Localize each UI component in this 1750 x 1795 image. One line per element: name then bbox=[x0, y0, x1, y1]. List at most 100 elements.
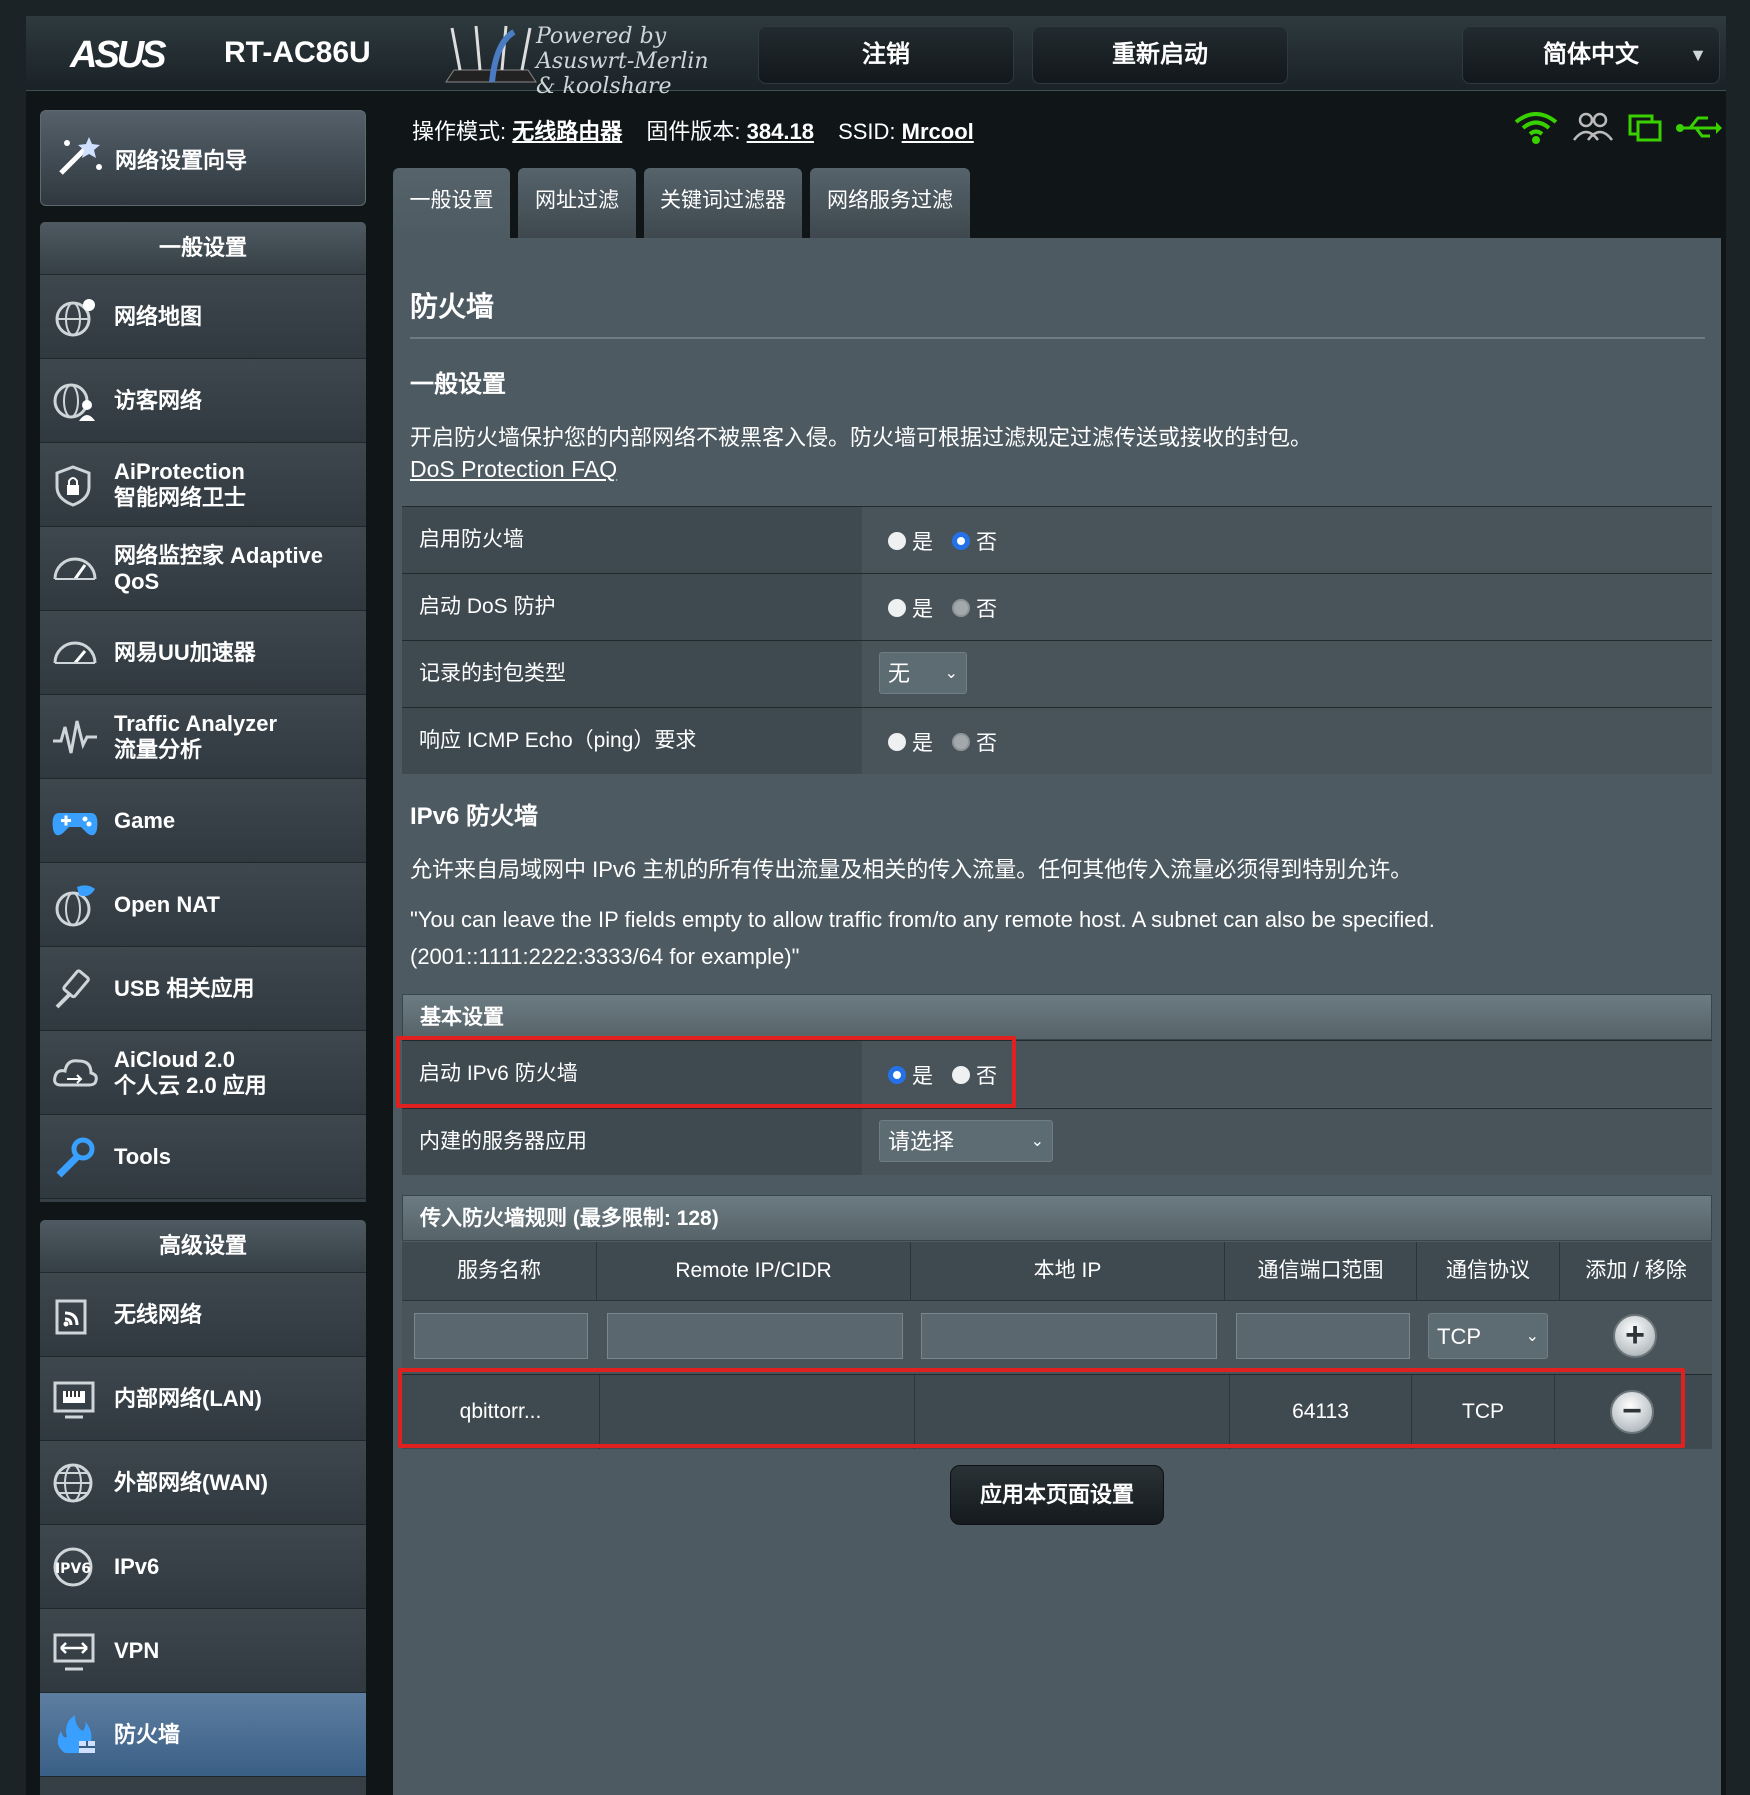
row-log-packet-type: 记录的封包类型 无 ⌄ bbox=[402, 640, 1712, 707]
log-packet-type-label: 记录的封包类型 bbox=[402, 641, 862, 707]
builtin-server-select[interactable]: 请选择 ⌄ bbox=[879, 1120, 1053, 1162]
chevron-down-icon: ⌄ bbox=[944, 665, 958, 682]
traffic-analyzer-icon bbox=[50, 715, 100, 759]
reboot-button[interactable]: 重新启动 bbox=[1032, 26, 1288, 84]
logout-button[interactable]: 注销 bbox=[758, 26, 1014, 84]
builtin-server-value: 请选择 ⌄ bbox=[862, 1109, 1712, 1175]
sidebar-item-usb-app[interactable]: USB 相关应用 bbox=[40, 947, 366, 1031]
sidebar-item-label: 网络监控家 Adaptive QoS bbox=[114, 527, 323, 610]
icmp-no-radio[interactable]: 否 bbox=[952, 730, 997, 755]
sidebar-item-ipv6[interactable]: IPV6 IPv6 bbox=[40, 1525, 366, 1609]
sidebar-item-network-map[interactable]: 网络地图 bbox=[40, 275, 366, 359]
chevron-down-icon: ⌄ bbox=[1030, 1133, 1044, 1150]
icmp-yes-radio[interactable]: 是 bbox=[888, 730, 933, 755]
sidebar-label-line: 个人云 2.0 应用 bbox=[114, 1072, 267, 1098]
tab-service-filter[interactable]: 网络服务过滤 bbox=[810, 168, 970, 238]
language-select[interactable]: 简体中文 ▼ bbox=[1462, 26, 1720, 84]
ipv6-note-line-1: "You can leave the IP fields empty to al… bbox=[410, 907, 1435, 932]
guest-network-icon bbox=[50, 379, 100, 423]
tab-url-filter[interactable]: 网址过滤 bbox=[518, 168, 636, 238]
sidebar-item-gamepad[interactable]: Game bbox=[40, 779, 366, 863]
vpn-icon bbox=[50, 1629, 100, 1673]
sidebar-label-line: 网络监控家 Adaptive bbox=[114, 542, 324, 568]
radio-dot bbox=[888, 532, 906, 550]
sidebar-item-wireless[interactable]: 无线网络 bbox=[40, 1273, 366, 1357]
tab-keyword-filter[interactable]: 关键词过滤器 bbox=[644, 168, 802, 238]
col-local-ip: 本地 IP bbox=[911, 1242, 1225, 1300]
protocol-select[interactable]: TCP ⌄ bbox=[1428, 1313, 1548, 1359]
sidebar-item-uu-accelerator[interactable]: 网易UU加速器 bbox=[40, 611, 366, 695]
open-nat-icon bbox=[50, 883, 100, 927]
powered-line-1: Powered by bbox=[536, 24, 667, 49]
lan-status-icon[interactable] bbox=[1628, 114, 1662, 142]
wizard-wand-icon bbox=[59, 137, 102, 175]
ipv6-description: 允许来自局域网中 IPv6 主机的所有传出流量及相关的传入流量。任何其他传入流量… bbox=[410, 857, 1413, 882]
sidebar-item-label: USB 相关应用 bbox=[114, 947, 255, 1030]
row-enable-firewall: 启用防火墙 是 否 bbox=[402, 506, 1712, 573]
powered-line-2: Asuswrt-Merlin bbox=[536, 49, 709, 74]
apply-settings-button[interactable]: 应用本页面设置 bbox=[950, 1465, 1164, 1525]
page-title: 防火墙 bbox=[410, 291, 495, 322]
sidebar-label-line: 网易UU加速器 bbox=[114, 639, 256, 665]
aicloud-icon bbox=[50, 1051, 100, 1095]
sidebar-item-open-nat[interactable]: Open NAT bbox=[40, 863, 366, 947]
plus-icon: + bbox=[1625, 1316, 1645, 1354]
clients-icon[interactable] bbox=[1573, 112, 1613, 141]
tab-general[interactable]: 一般设置 bbox=[393, 168, 510, 238]
chevron-down-icon: ▼ bbox=[1689, 45, 1707, 65]
firewall-no-radio[interactable]: 否 bbox=[952, 529, 997, 554]
general-description: 开启防火墙保护您的内部网络不被黑客入侵。防火墙可根据过滤规定过滤传送或接收的封包… bbox=[410, 425, 1313, 450]
mode-value-link[interactable]: 无线路由器 bbox=[512, 119, 622, 144]
general-heading: 一般设置 bbox=[410, 371, 506, 398]
sidebar-label-line: VPN bbox=[114, 1637, 160, 1663]
firewall-icon bbox=[50, 1713, 100, 1757]
usb-status-icon[interactable] bbox=[1676, 116, 1722, 138]
highlight-rule-row bbox=[398, 1368, 1685, 1448]
firewall-yes-radio[interactable]: 是 bbox=[888, 529, 933, 554]
select-value: 无 bbox=[888, 661, 911, 686]
service-name-input[interactable] bbox=[414, 1313, 588, 1359]
setup-wizard-button[interactable]: 网络设置向导 bbox=[40, 110, 366, 206]
wifi-status-icon[interactable] bbox=[1514, 112, 1558, 144]
sidebar-item-wrench[interactable]: Tools bbox=[40, 1115, 366, 1199]
network-map-icon bbox=[50, 295, 100, 339]
sidebar-item-lan[interactable]: 内部网络(LAN) bbox=[40, 1357, 366, 1441]
port-range-input[interactable] bbox=[1236, 1313, 1410, 1359]
sidebar-item-aiprotection[interactable]: AiProtection 智能网络卫士 bbox=[40, 443, 366, 527]
sidebar-label-line: 无线网络 bbox=[114, 1301, 203, 1327]
sidebar-item-traffic-analyzer[interactable]: Traffic Analyzer 流量分析 bbox=[40, 695, 366, 779]
sidebar-item-label: 外部网络(WAN) bbox=[114, 1441, 268, 1524]
dos-protection-value: 是 否 bbox=[862, 574, 1712, 640]
dos-faq-link[interactable]: DoS Protection FAQ bbox=[410, 456, 617, 483]
sidebar-item-qos-gauge[interactable]: 网络监控家 Adaptive QoS bbox=[40, 527, 366, 611]
sidebar-item-firewall[interactable]: 防火墙 bbox=[40, 1693, 366, 1777]
local-ip-input[interactable] bbox=[921, 1313, 1217, 1359]
firmware-value-link[interactable]: 384.18 bbox=[747, 119, 814, 144]
ipv6-icon: IPV6 bbox=[50, 1545, 100, 1589]
language-value: 简体中文 bbox=[1543, 41, 1639, 68]
asus-logo[interactable]: ASUS bbox=[70, 34, 167, 77]
dos-yes-radio[interactable]: 是 bbox=[888, 596, 933, 621]
add-rule-button[interactable]: + bbox=[1613, 1314, 1657, 1358]
sidebar-item-vpn[interactable]: VPN bbox=[40, 1609, 366, 1693]
wireless-icon bbox=[50, 1293, 100, 1337]
dos-no-radio[interactable]: 否 bbox=[952, 596, 997, 621]
firmware-label: 固件版本: bbox=[646, 119, 741, 144]
sidebar-item-label: Tools bbox=[114, 1115, 171, 1198]
sidebar-item-label: 无线网络 bbox=[114, 1273, 202, 1356]
radio-label: 是 bbox=[912, 732, 933, 755]
log-packet-type-select[interactable]: 无 ⌄ bbox=[879, 652, 967, 694]
ssid-value-link[interactable]: Mrcool bbox=[902, 119, 974, 144]
sidebar-item-label: 访客网络 bbox=[114, 359, 202, 442]
enable-firewall-value: 是 否 bbox=[862, 507, 1712, 573]
sidebar-label-line: Traffic Analyzer bbox=[114, 710, 278, 736]
sidebar-item-wan-globe[interactable]: 外部网络(WAN) bbox=[40, 1441, 366, 1525]
sidebar-item-aicloud[interactable]: AiCloud 2.0 个人云 2.0 应用 bbox=[40, 1031, 366, 1115]
remote-ip-input[interactable] bbox=[607, 1313, 903, 1359]
sidebar-item-label: VPN bbox=[114, 1609, 159, 1692]
sidebar-item-guest-network[interactable]: 访客网络 bbox=[40, 359, 366, 443]
row-builtin-server: 内建的服务器应用 请选择 ⌄ bbox=[402, 1108, 1712, 1175]
sidebar-general-title: 一般设置 bbox=[40, 222, 366, 275]
sidebar-item-label: 防火墙 bbox=[114, 1693, 180, 1776]
sidebar-label-line: Open NAT bbox=[114, 891, 220, 917]
